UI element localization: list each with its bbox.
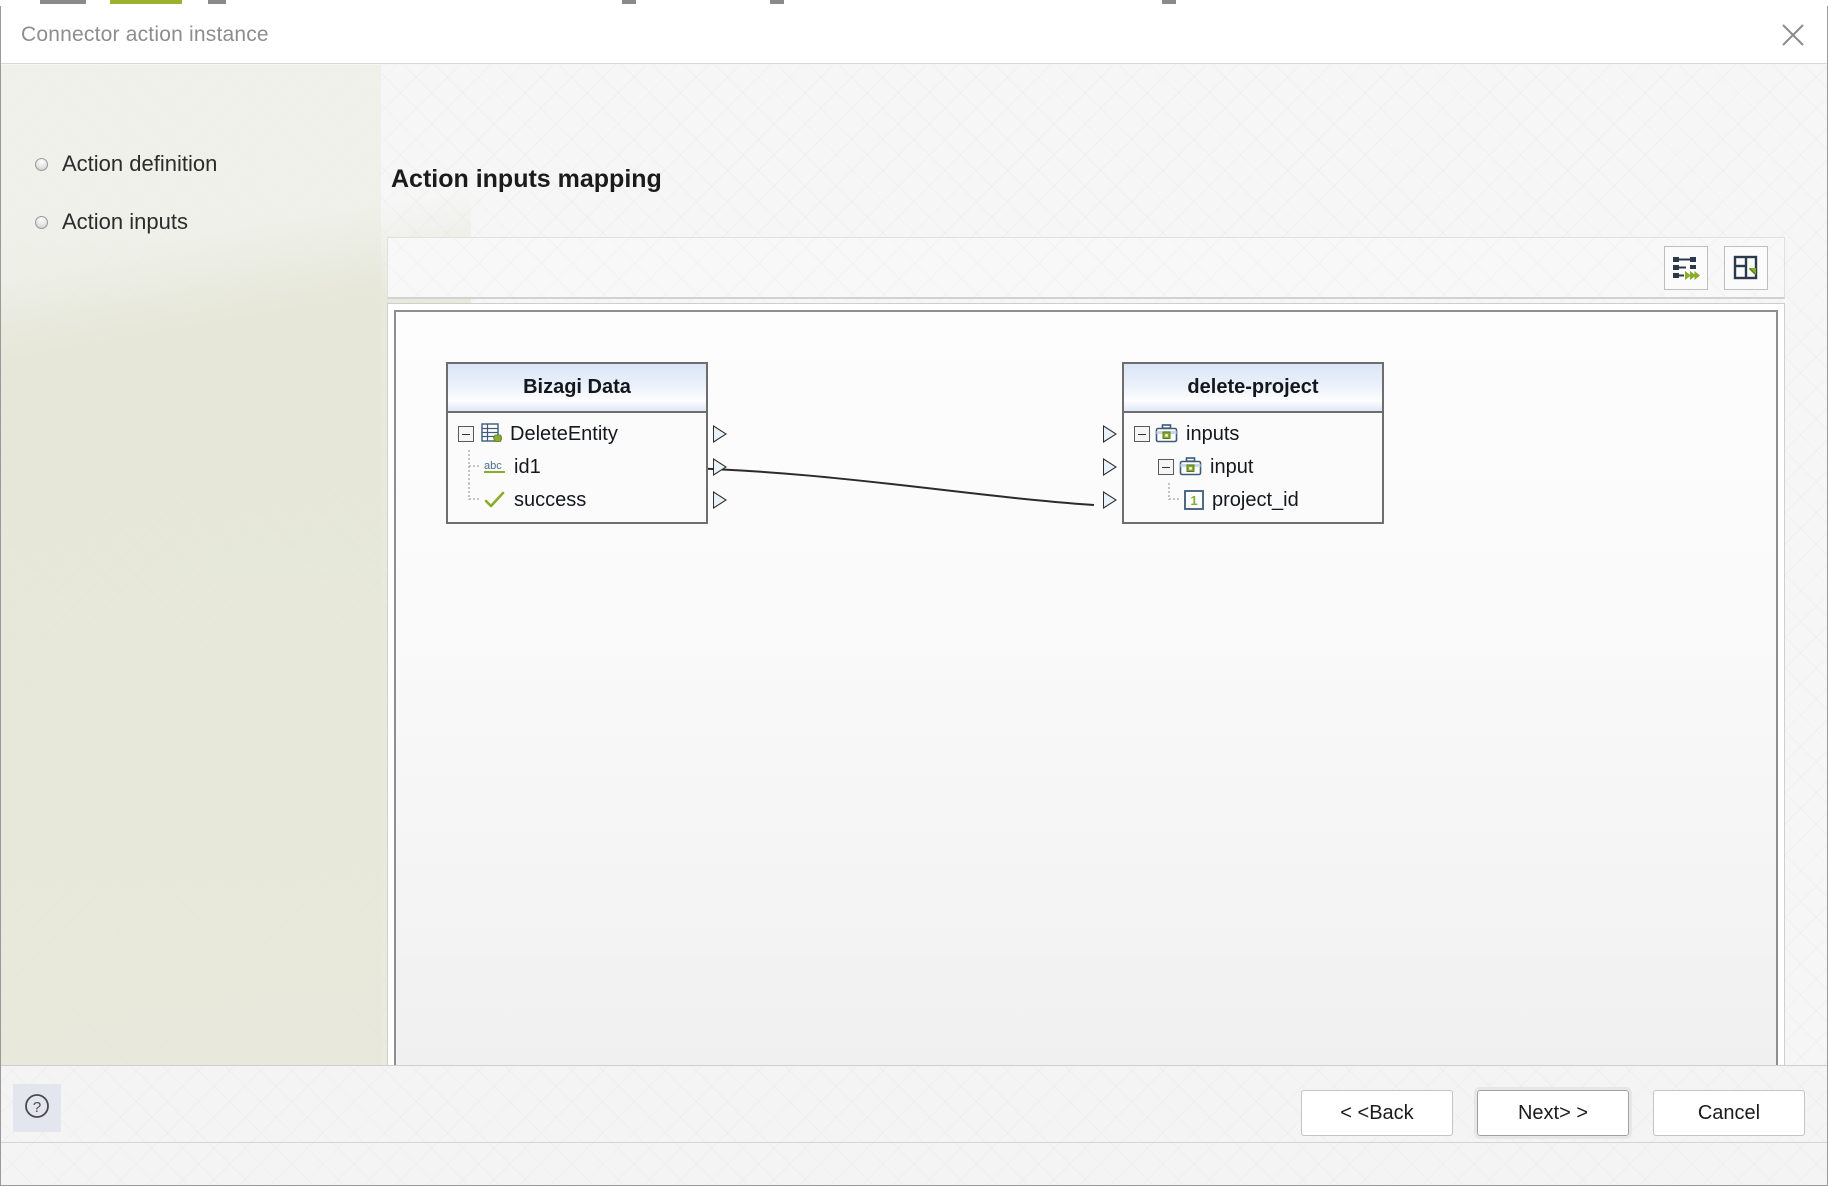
source-node-title: Bizagi Data	[448, 364, 706, 413]
help-button[interactable]: ?	[13, 1084, 61, 1132]
sidebar-item-label: Action inputs	[62, 209, 188, 234]
sidebar-item-action-inputs[interactable]: Action inputs	[32, 209, 335, 235]
tree-branch-end-icon	[466, 483, 482, 516]
svg-text:?: ?	[33, 1099, 41, 1116]
input-port-input[interactable]	[1103, 457, 1117, 476]
auto-map-icon	[1672, 255, 1700, 281]
collapse-icon[interactable]	[458, 425, 474, 442]
page-title: Action inputs mapping	[391, 165, 662, 193]
auto-map-button[interactable]	[1664, 246, 1708, 290]
output-port-deleteentity[interactable]	[713, 424, 727, 443]
sidebar-item-label: Action definition	[62, 151, 218, 176]
input-port-project-id[interactable]	[1103, 490, 1117, 509]
close-icon[interactable]	[1771, 14, 1815, 56]
input-port-inputs[interactable]	[1103, 424, 1117, 443]
tree-row-inputs[interactable]: inputs	[1103, 417, 1382, 450]
svg-text:1: 1	[1190, 493, 1197, 508]
abc-string-icon: abc	[483, 457, 507, 477]
target-node-title: delete-project	[1124, 364, 1382, 413]
boolean-check-icon	[483, 490, 507, 510]
source-node-bizagi-data[interactable]: Bizagi Data DeleteEntity abc id1 success	[446, 362, 727, 524]
tree-row-input[interactable]: input	[1103, 450, 1382, 483]
collapse-icon[interactable]	[1158, 458, 1174, 475]
connector-action-instance-dialog: Connector action instance Action definit…	[0, 6, 1828, 1186]
entity-icon	[481, 423, 502, 444]
briefcase-icon	[1179, 456, 1202, 477]
bullet-diamond-icon	[32, 154, 51, 174]
dialog-button-row: < <Back Next> > Cancel	[1301, 1087, 1805, 1139]
tree-row-label: DeleteEntity	[510, 422, 618, 445]
tree-branch-end-icon	[1166, 483, 1182, 516]
output-port-success[interactable]	[713, 490, 727, 509]
tree-branch-icon	[466, 450, 482, 483]
sidebar-item-action-definition[interactable]: Action definition	[32, 151, 335, 177]
wire-id1-to-project-id	[663, 466, 1095, 507]
tree-row-id1[interactable]: abc id1	[448, 450, 727, 483]
tree-row-project-id[interactable]: 1 project_id	[1103, 483, 1382, 516]
output-port-id1[interactable]	[713, 457, 727, 476]
fit-to-window-button[interactable]	[1724, 246, 1768, 290]
mapping-canvas-frame: Bizagi Data DeleteEntity abc id1 success…	[387, 303, 1785, 1129]
main-content-header: Action inputs mapping	[387, 165, 1791, 226]
collapse-icon[interactable]	[1134, 425, 1150, 442]
briefcase-icon	[1155, 423, 1178, 444]
bullet-diamond-icon	[32, 212, 51, 232]
tree-row-deleteentity[interactable]: DeleteEntity	[448, 417, 727, 450]
number-one-icon: 1	[1183, 489, 1205, 511]
fit-to-window-icon	[1732, 255, 1760, 281]
dialog-body: Action definition Action inputs Action i…	[1, 65, 1827, 1129]
dialog-title: Connector action instance	[21, 23, 269, 46]
dialog-footer: ? < <Back Next> > Cancel	[1, 1065, 1827, 1185]
tree-row-success[interactable]: success	[448, 483, 727, 516]
source-node-rows: DeleteEntity abc id1 success	[448, 413, 727, 522]
tree-row-label: input	[1210, 455, 1254, 478]
tree-row-label: id1	[514, 455, 541, 478]
cancel-button[interactable]: Cancel	[1653, 1090, 1805, 1136]
target-node-delete-project[interactable]: delete-project inputs input 1 project_id	[1103, 362, 1384, 524]
tree-row-label: success	[514, 488, 587, 511]
help-question-icon: ?	[22, 1091, 52, 1126]
dialog-titlebar: Connector action instance	[1, 6, 1827, 64]
mapping-toolbar	[387, 237, 1785, 299]
mapping-canvas[interactable]: Bizagi Data DeleteEntity abc id1 success…	[394, 310, 1778, 1122]
footer-divider	[1, 1142, 1827, 1143]
back-button[interactable]: < <Back	[1301, 1090, 1453, 1136]
target-node-rows: inputs input 1 project_id	[1103, 413, 1382, 522]
next-button[interactable]: Next> >	[1474, 1087, 1632, 1139]
wizard-steps-nav: Action definition Action inputs	[32, 151, 335, 267]
tree-row-label: project_id	[1212, 488, 1299, 511]
svg-text:abc: abc	[484, 460, 502, 472]
tree-row-label: inputs	[1186, 422, 1240, 445]
